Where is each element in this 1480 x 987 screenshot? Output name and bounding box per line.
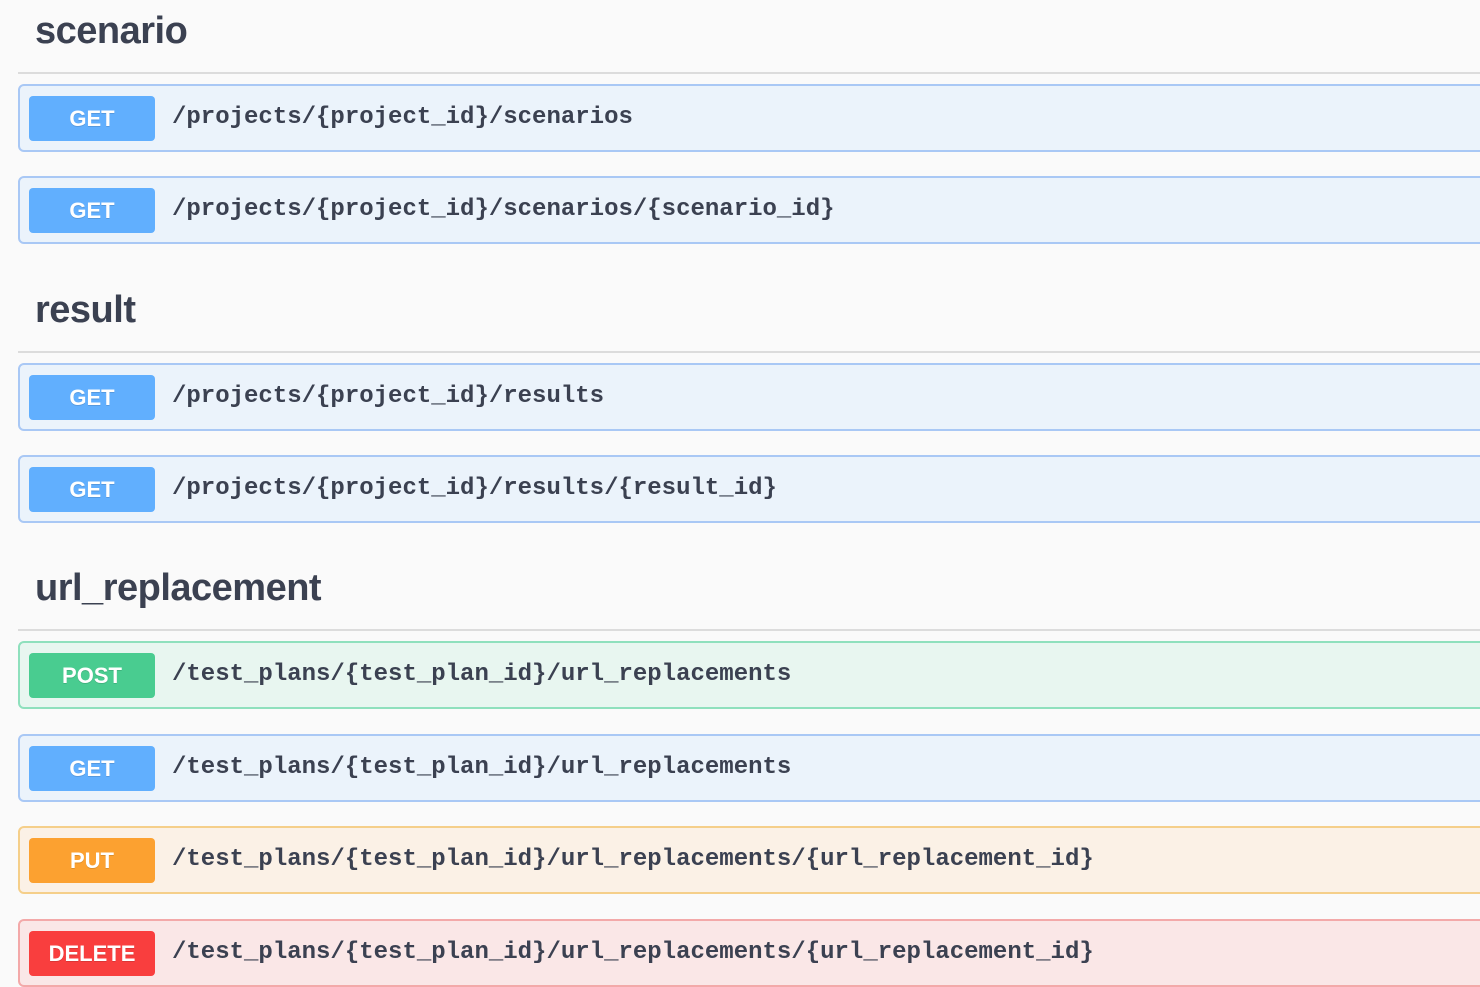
operation-get-scenario-by-id[interactable]: GET /projects/{project_id}/scenarios/{sc… [18, 176, 1480, 244]
operation-path: /projects/{project_id}/scenarios [172, 104, 633, 131]
operation-delete-url-replacement[interactable]: DELETE /test_plans/{test_plan_id}/url_re… [18, 919, 1480, 987]
operation-get-url-replacements[interactable]: GET /test_plans/{test_plan_id}/url_repla… [18, 734, 1480, 802]
operation-path: /test_plans/{test_plan_id}/url_replaceme… [172, 939, 1094, 966]
method-badge: DELETE [29, 931, 155, 976]
method-badge: POST [29, 653, 155, 698]
method-badge: PUT [29, 838, 155, 883]
operation-path: /test_plans/{test_plan_id}/url_replaceme… [172, 754, 792, 781]
operation-get-scenarios[interactable]: GET /projects/{project_id}/scenarios [18, 84, 1480, 152]
section-header-url-replacement[interactable]: url_replacement [18, 559, 1480, 631]
section-title: result [35, 289, 136, 331]
method-badge: GET [29, 746, 155, 791]
operation-path: /projects/{project_id}/scenarios/{scenar… [172, 196, 835, 223]
operation-put-url-replacement[interactable]: PUT /test_plans/{test_plan_id}/url_repla… [18, 826, 1480, 894]
method-badge: GET [29, 96, 155, 141]
api-docs-page: scenario GET /projects/{project_id}/scen… [0, 0, 1480, 987]
method-badge: GET [29, 375, 155, 420]
operation-get-result-by-id[interactable]: GET /projects/{project_id}/results/{resu… [18, 455, 1480, 523]
operation-get-results[interactable]: GET /projects/{project_id}/results [18, 363, 1480, 431]
section-title: url_replacement [35, 567, 322, 609]
operation-path: /projects/{project_id}/results/{result_i… [172, 475, 777, 502]
operation-path: /test_plans/{test_plan_id}/url_replaceme… [172, 661, 792, 688]
method-badge: GET [29, 467, 155, 512]
section-header-result[interactable]: result [18, 281, 1480, 353]
section-header-scenario[interactable]: scenario [18, 2, 1480, 74]
operation-path: /test_plans/{test_plan_id}/url_replaceme… [172, 846, 1094, 873]
section-title: scenario [35, 10, 188, 52]
operation-path: /projects/{project_id}/results [172, 383, 605, 410]
operation-post-url-replacements[interactable]: POST /test_plans/{test_plan_id}/url_repl… [18, 641, 1480, 709]
method-badge: GET [29, 188, 155, 233]
